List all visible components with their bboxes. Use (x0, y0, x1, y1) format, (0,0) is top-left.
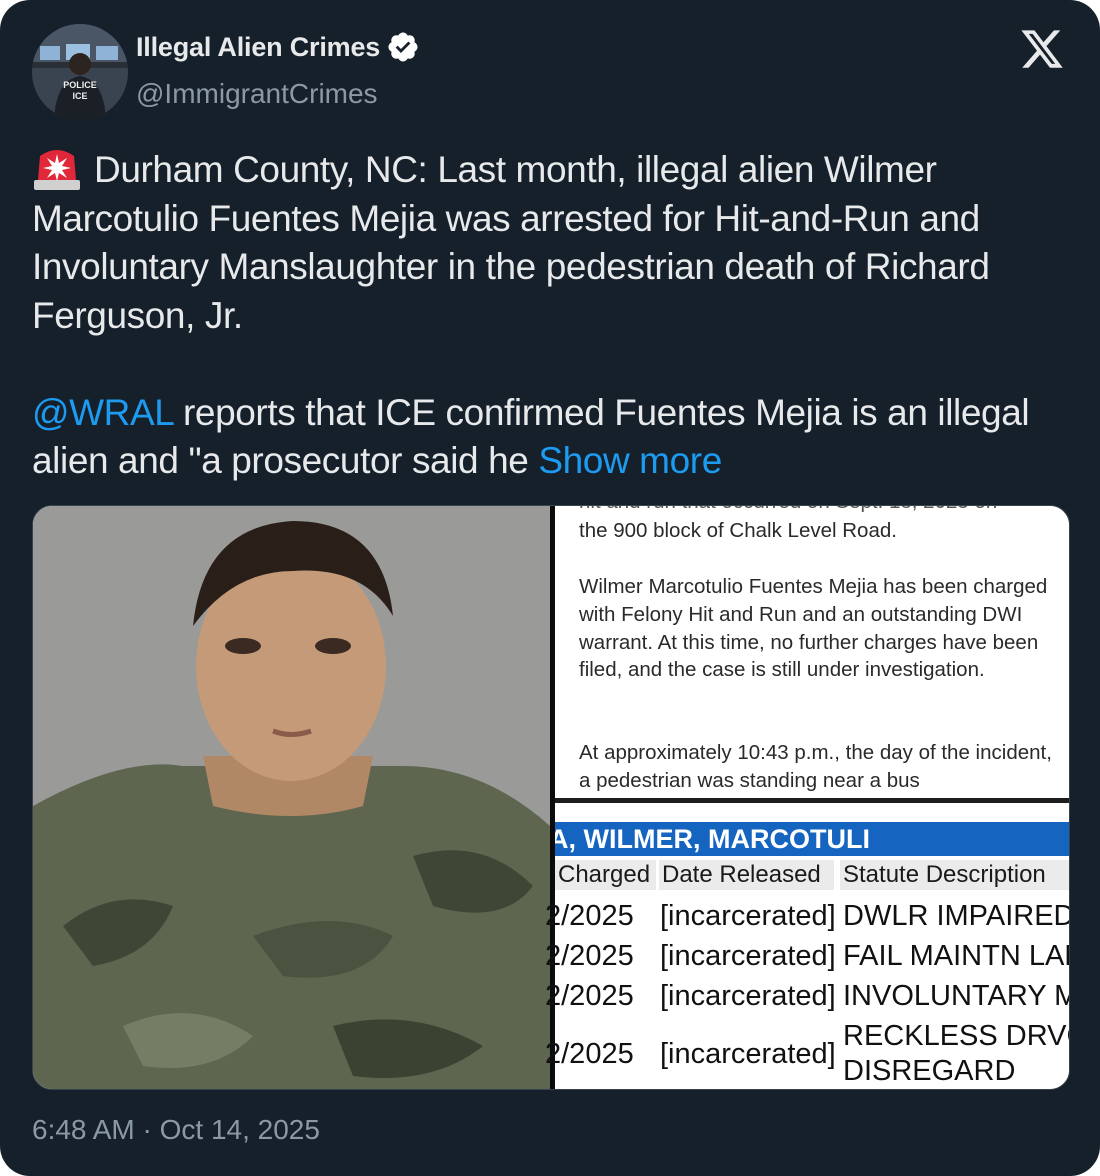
news-paragraph-1: Wilmer Marcotulio Fuentes Mejia has been… (579, 575, 1048, 682)
cell-charged: 2/2025 (545, 1038, 634, 1070)
mention-link[interactable]: @WRAL (32, 392, 173, 433)
cell-statute: DWLR IMPAIRED (843, 900, 1069, 932)
column-charged: Charged (555, 860, 656, 890)
column-statute-description: Statute Description (840, 860, 1069, 890)
cell-statute: FAIL MAINTN LAN (843, 940, 1069, 972)
avatar-image: POLICE ICE (32, 24, 128, 120)
avatar[interactable]: POLICE ICE (32, 24, 128, 120)
tweet-paragraph-1: Durham County, NC: Last month, illegal a… (32, 149, 1000, 336)
author-display-name[interactable]: Illegal Alien Crimes (136, 32, 380, 63)
author-handle[interactable]: @ImmigrantCrimes (136, 78, 378, 110)
news-excerpt: hit and run that occurred on Sept. 18, 2… (555, 506, 1069, 803)
rotating-light-emoji (34, 150, 80, 190)
news-cut-line: hit and run that occurred on Sept. 18, 2… (579, 506, 1049, 516)
x-logo-icon[interactable] (1018, 26, 1066, 72)
cell-charged: 2/2025 (545, 980, 634, 1012)
jail-record: A, WILMER, MARCOTULI Charged Date Releas… (545, 803, 1069, 1089)
svg-text:POLICE: POLICE (63, 80, 97, 90)
tweet-paragraph-2: reports that ICE confirmed Fuentes Mejia… (32, 391, 1040, 482)
cell-charged: 2/2025 (545, 940, 634, 972)
tweet-card: POLICE ICE Illegal Alien Crimes @Immigra… (0, 0, 1100, 1176)
cell-charged: 2/2025 (545, 900, 634, 932)
author-name-row[interactable]: Illegal Alien Crimes (136, 30, 420, 64)
news-line-top: the 900 block of Chalk Level Road. (579, 519, 897, 542)
cell-statute: INVOLUNTARY M (843, 980, 1069, 1012)
cell-released: [incarcerated] (660, 980, 836, 1012)
tweet-media[interactable]: hit and run that occurred on Sept. 18, 2… (32, 505, 1070, 1090)
cell-released: [incarcerated] (660, 940, 836, 972)
cell-released: [incarcerated] (660, 1038, 836, 1070)
tweet-timestamp[interactable]: 6:48 AM · Oct 14, 2025 (32, 1114, 320, 1146)
mugshot-photo (33, 506, 550, 1089)
column-date-released: Date Released (659, 860, 834, 890)
cell-statute-line-1: RECKLESS DRVG- (843, 1020, 1069, 1052)
verified-badge-icon (388, 32, 418, 62)
cell-released: [incarcerated] (660, 900, 836, 932)
tweet-text: Durham County, NC: Last month, illegal a… (32, 144, 1042, 486)
record-name-header: A, WILMER, MARCOTULI (555, 822, 1069, 856)
svg-text:ICE: ICE (72, 91, 87, 101)
show-more-link[interactable]: Show more (538, 440, 722, 481)
news-paragraph-2: At approximately 10:43 p.m., the day of … (579, 741, 1052, 792)
cell-statute-line-2: DISREGARD (843, 1055, 1016, 1087)
